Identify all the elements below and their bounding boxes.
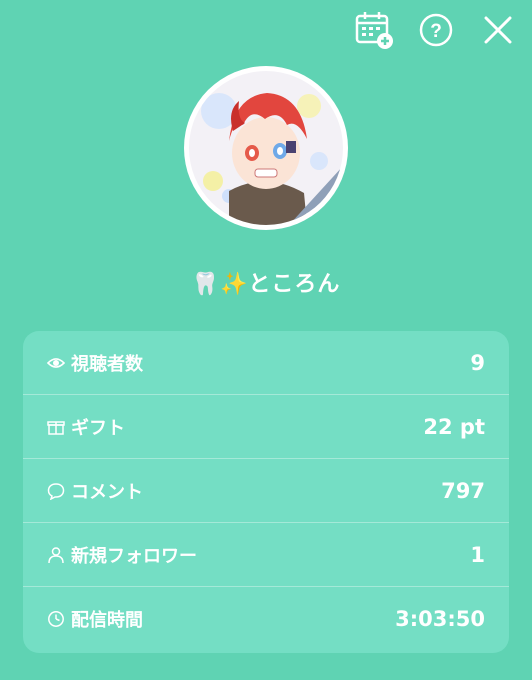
calendar-add-button[interactable] [352, 10, 396, 54]
stat-value: 797 [441, 478, 485, 503]
svg-text:?: ? [430, 21, 442, 42]
stat-value: 9 [470, 350, 485, 375]
top-bar: ? [352, 10, 520, 54]
person-icon [47, 546, 65, 564]
avatar-image [189, 71, 343, 225]
stat-label: ギフト [71, 417, 125, 439]
avatar[interactable] [184, 66, 348, 230]
stat-value: 22 pt [423, 414, 485, 439]
close-button[interactable] [476, 10, 520, 54]
stat-label: 新規フォロワー [71, 545, 197, 567]
stats-card: 視聴者数 9 ギフト 22 pt コメント 797 新規フォロワー 1 配信時間… [23, 331, 509, 653]
close-icon [482, 14, 514, 50]
stat-row-gift: ギフト 22 pt [23, 395, 509, 459]
stat-label: 配信時間 [71, 610, 143, 631]
gift-icon [47, 418, 65, 436]
help-icon: ? [418, 12, 454, 52]
stat-row-comments: コメント 797 [23, 459, 509, 523]
stat-label: コメント [71, 481, 143, 503]
clock-icon [47, 610, 65, 628]
comment-icon [47, 482, 65, 500]
calendar-add-icon [354, 10, 394, 54]
stat-value: 1 [470, 542, 485, 567]
stat-row-duration: 配信時間 3:03:50 [23, 587, 509, 651]
stat-label: 視聴者数 [71, 353, 143, 375]
stat-value: 3:03:50 [395, 607, 485, 631]
stat-row-followers: 新規フォロワー 1 [23, 523, 509, 587]
eye-icon [47, 354, 65, 372]
stat-row-viewers: 視聴者数 9 [23, 331, 509, 395]
streamer-name: 🦷✨ところん [191, 272, 341, 297]
help-button[interactable]: ? [414, 10, 458, 54]
